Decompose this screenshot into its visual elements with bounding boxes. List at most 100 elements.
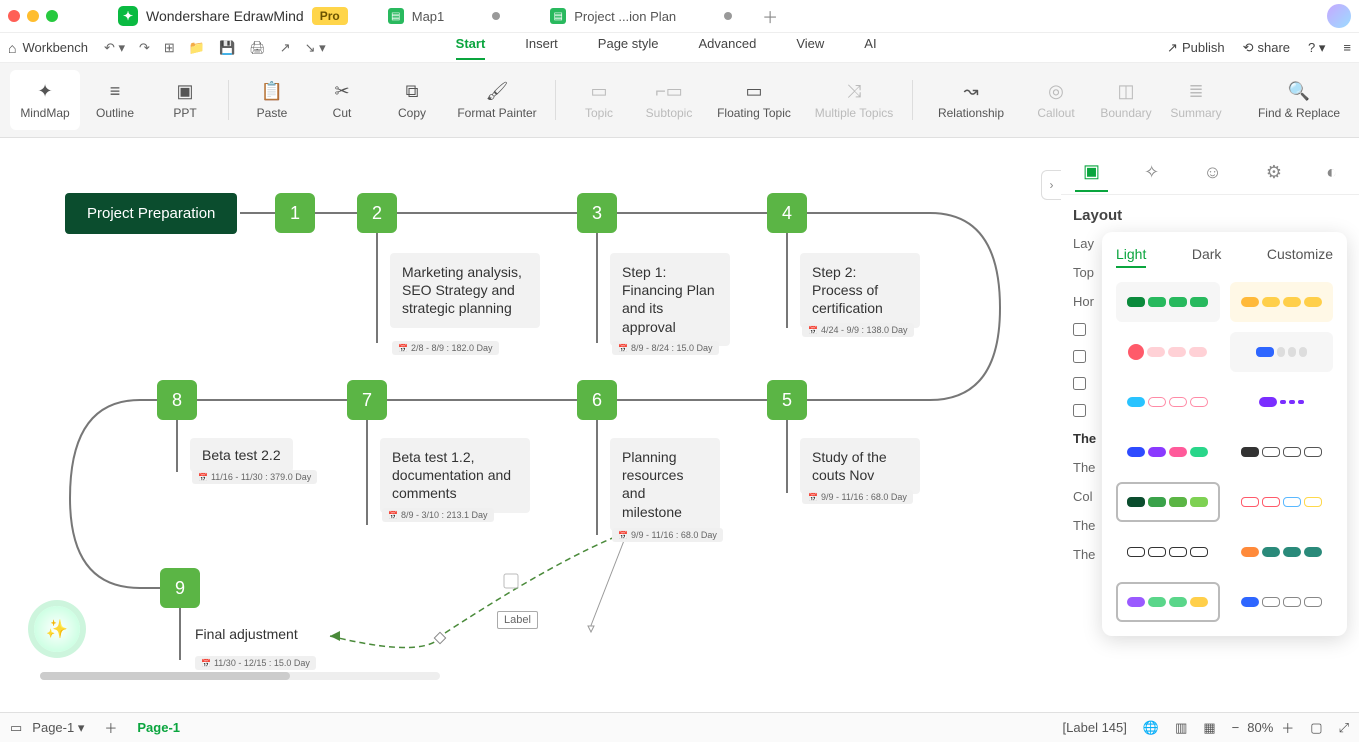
import-icon[interactable]: ↘ ▾ [305, 40, 326, 56]
boundary-button[interactable]: ◫Boundary [1091, 70, 1161, 130]
undo-icon[interactable]: ↶ ▾ [104, 40, 125, 56]
node-8[interactable]: 8 [157, 380, 197, 420]
scrollbar-horizontal[interactable] [40, 672, 440, 680]
side-tab-emoji-icon[interactable]: ☺ [1195, 154, 1229, 191]
pagebar: ▭ Page-1 ▾ ＋ Page-1 [Label 145] 🌐 ▥ ▦ − … [0, 712, 1359, 742]
page-list-icon[interactable]: ▭ [10, 720, 22, 736]
theme-swatch[interactable] [1116, 432, 1220, 472]
minimize-icon[interactable] [27, 10, 39, 22]
multiple-topics-button[interactable]: ⤨Multiple Topics [804, 70, 904, 130]
theme-swatch[interactable] [1230, 432, 1334, 472]
subtopic-button[interactable]: ⌐▭Subtopic [634, 70, 704, 130]
ai-assistant-button[interactable]: ✨ [34, 606, 80, 652]
help-icon[interactable]: ? ▾ [1308, 40, 1325, 56]
ppt-button[interactable]: ▣PPT [150, 70, 220, 130]
zoom-level[interactable]: 80% [1247, 720, 1273, 735]
callout-button[interactable]: ◎Callout [1021, 70, 1091, 130]
new-icon[interactable]: ⊞ [164, 40, 175, 56]
mindmap-button[interactable]: ✦MindMap [10, 70, 80, 130]
desc-7[interactable]: Beta test 1.2, documentation and comment… [380, 438, 530, 513]
node-5[interactable]: 5 [767, 380, 807, 420]
node-7[interactable]: 7 [347, 380, 387, 420]
close-icon[interactable] [8, 10, 20, 22]
theme-swatch[interactable] [1230, 382, 1334, 422]
redo-icon[interactable]: ↷ [139, 40, 150, 56]
new-tab-button[interactable]: ＋ [762, 4, 778, 28]
menu-insert[interactable]: Insert [525, 36, 558, 60]
theme-swatch[interactable] [1116, 282, 1220, 322]
relationship-button[interactable]: ↝Relationship [921, 70, 1021, 130]
theme-swatch[interactable] [1116, 382, 1220, 422]
home-icon[interactable]: ⌂ [8, 40, 16, 56]
theme-swatch[interactable] [1230, 582, 1334, 622]
root-topic[interactable]: Project Preparation [65, 193, 237, 234]
page-tab-1[interactable]: Page-1 [137, 720, 180, 735]
tab-map1[interactable]: ▤ Map1 [378, 4, 511, 28]
workbench-button[interactable]: Workbench [22, 40, 88, 55]
share-button[interactable]: ⟲ share [1243, 40, 1290, 56]
side-tab-style-icon[interactable]: ✧ [1136, 154, 1167, 191]
layout-view-icon[interactable]: ▥ [1175, 720, 1187, 736]
side-tab-history-icon[interactable]: ◐ [1318, 154, 1345, 191]
desc-9[interactable]: Final adjustment [193, 623, 300, 645]
theme-swatch[interactable] [1230, 482, 1334, 522]
theme-tab-light[interactable]: Light [1116, 246, 1146, 268]
theme-tab-customize[interactable]: Customize [1267, 246, 1333, 268]
theme-swatch[interactable] [1116, 332, 1220, 372]
fit-icon[interactable]: ▢ [1310, 720, 1322, 736]
theme-tab-dark[interactable]: Dark [1192, 246, 1222, 268]
node-9[interactable]: 9 [160, 568, 200, 608]
paste-button[interactable]: 📋Paste [237, 70, 307, 130]
theme-swatch[interactable] [1116, 582, 1220, 622]
node-4[interactable]: 4 [767, 193, 807, 233]
publish-button[interactable]: ↗ Publish [1167, 40, 1225, 56]
floating-topic-button[interactable]: ▭Floating Topic [704, 70, 804, 130]
menu-ai[interactable]: AI [864, 36, 876, 60]
desc-2[interactable]: Marketing analysis, SEO Strategy and str… [390, 253, 540, 328]
desc-6[interactable]: Planning resources and milestone [610, 438, 720, 531]
desc-4[interactable]: Step 2: Process of certification [800, 253, 920, 328]
globe-icon[interactable]: 🌐 [1143, 720, 1159, 736]
menu-start[interactable]: Start [456, 36, 486, 60]
theme-swatch[interactable] [1230, 332, 1334, 372]
user-avatar[interactable] [1327, 4, 1351, 28]
page-selector[interactable]: Page-1 ▾ [32, 720, 84, 736]
outline-button[interactable]: ≡Outline [80, 70, 150, 130]
node-3[interactable]: 3 [577, 193, 617, 233]
collapse-panel-button[interactable]: › [1041, 170, 1061, 200]
cut-button[interactable]: ✂Cut [307, 70, 377, 130]
menu-advanced[interactable]: Advanced [699, 36, 757, 60]
relationship-label[interactable]: Label [497, 611, 538, 629]
theme-swatch[interactable] [1116, 482, 1220, 522]
tab-project-plan[interactable]: ▤ Project ...ion Plan [540, 4, 742, 28]
node-2[interactable]: 2 [357, 193, 397, 233]
open-icon[interactable]: 📁 [189, 40, 205, 56]
side-tab-layout-icon[interactable]: ▣ [1075, 153, 1108, 192]
node-1[interactable]: 1 [275, 193, 315, 233]
desc-8[interactable]: Beta test 2.2 [190, 438, 293, 472]
menu-icon[interactable]: ≡ [1343, 40, 1351, 55]
zoom-out-button[interactable]: − [1232, 720, 1240, 735]
theme-swatch[interactable] [1116, 532, 1220, 572]
theme-swatch[interactable] [1230, 532, 1334, 572]
zoom-in-button[interactable]: ＋ [1281, 718, 1294, 737]
format-painter-button[interactable]: 🖌Format Painter [447, 70, 547, 130]
save-icon[interactable]: 💾 [219, 40, 235, 56]
find-replace-button[interactable]: 🔍Find & Replace [1249, 70, 1349, 130]
menu-view[interactable]: View [796, 36, 824, 60]
print-icon[interactable]: 🖨 [249, 40, 266, 56]
fullscreen-icon[interactable]: ⤢ [1339, 720, 1349, 736]
menu-page-style[interactable]: Page style [598, 36, 659, 60]
node-6[interactable]: 6 [577, 380, 617, 420]
desc-5[interactable]: Study of the couts Nov [800, 438, 920, 494]
copy-button[interactable]: ⧉Copy [377, 70, 447, 130]
theme-swatch[interactable] [1230, 282, 1334, 322]
topic-button[interactable]: ▭Topic [564, 70, 634, 130]
side-tab-settings-icon[interactable]: ⚙ [1258, 154, 1290, 191]
desc-3[interactable]: Step 1: Financing Plan and its approval [610, 253, 730, 346]
summary-button[interactable]: ≣Summary [1161, 70, 1231, 130]
export-icon[interactable]: ↗ [280, 40, 291, 56]
grid-view-icon[interactable]: ▦ [1203, 720, 1215, 736]
add-page-button[interactable]: ＋ [104, 718, 117, 737]
maximize-icon[interactable] [46, 10, 58, 22]
